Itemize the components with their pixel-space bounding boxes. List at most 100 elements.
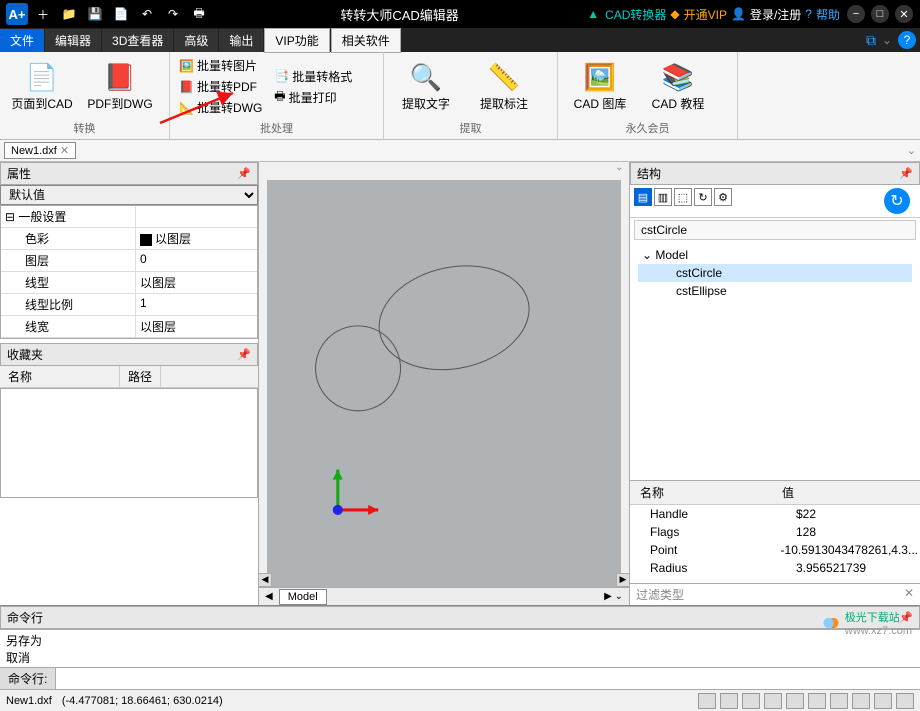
batch-to-format-button[interactable]: 📑批量转格式 bbox=[269, 66, 357, 86]
batch-to-image-button[interactable]: 🖼️批量转图片 bbox=[174, 56, 267, 76]
detail-row: Handle$22 bbox=[630, 505, 920, 523]
undo-icon[interactable]: ↶ bbox=[136, 3, 158, 25]
command-label: 命令行: bbox=[0, 668, 56, 689]
cad-tutorial-button[interactable]: 📚 CAD 教程 bbox=[640, 55, 716, 119]
tab-nav-first-icon[interactable]: ◀ bbox=[265, 591, 273, 602]
batch-print-button[interactable]: 🖶批量打印 bbox=[269, 87, 357, 107]
detail-col-value[interactable]: 值 bbox=[776, 481, 800, 504]
scroll-right-icon[interactable]: ▶ bbox=[616, 573, 630, 587]
drawing-canvas[interactable]: ⌄ ◀ Model ▶ ⌄ ▶ ◀ bbox=[258, 162, 630, 605]
fav-col-name[interactable]: 名称 bbox=[0, 366, 120, 387]
status-icon-1[interactable] bbox=[698, 693, 716, 709]
extract-annotation-button[interactable]: 📏 提取标注 bbox=[466, 55, 542, 119]
struct-refresh-icon[interactable]: ↻ bbox=[694, 188, 712, 206]
status-icon-10[interactable] bbox=[896, 693, 914, 709]
favorites-panel-header: 收藏夹📌 bbox=[0, 343, 258, 366]
document-tab[interactable]: New1.dxf ✕ bbox=[4, 142, 76, 159]
chevron-down-icon[interactable]: ⌄ bbox=[882, 33, 892, 47]
status-icon-5[interactable] bbox=[786, 693, 804, 709]
print-icon[interactable]: 🖶 bbox=[188, 3, 210, 25]
tree-item-ellipse[interactable]: cstEllipse bbox=[638, 282, 912, 300]
struct-view2-icon[interactable]: ▥ bbox=[654, 188, 672, 206]
fav-col-path[interactable]: 路径 bbox=[120, 366, 161, 387]
help-link[interactable]: 帮助 bbox=[816, 6, 840, 23]
tab-output[interactable]: 输出 bbox=[219, 29, 263, 52]
open-icon[interactable]: 📁 bbox=[58, 3, 80, 25]
command-input[interactable] bbox=[56, 668, 920, 689]
help-round-icon[interactable]: ? bbox=[898, 31, 916, 49]
pin-icon-2[interactable]: 📌 bbox=[237, 348, 251, 361]
tab-editor[interactable]: 编辑器 bbox=[45, 29, 101, 52]
scroll-left-icon[interactable]: ◀ bbox=[258, 573, 272, 587]
minimize-button[interactable]: − bbox=[847, 5, 865, 23]
model-space-tab[interactable]: Model bbox=[279, 589, 327, 605]
favorites-list bbox=[0, 388, 258, 498]
filter-type-input[interactable]: 过滤类型✕ bbox=[630, 583, 920, 605]
tab-vip-features[interactable]: VIP功能 bbox=[264, 28, 329, 53]
open-vip-link[interactable]: 开通VIP bbox=[684, 6, 727, 23]
pdf-icon[interactable]: 📄 bbox=[110, 3, 132, 25]
group-batch-label: 批处理 bbox=[174, 119, 379, 137]
pdf-dwg-icon: 📕 bbox=[104, 62, 136, 93]
prop-row-layer[interactable]: 图层0 bbox=[1, 250, 257, 272]
command-history: 另存为 取消 bbox=[0, 629, 920, 667]
status-icon-2[interactable] bbox=[720, 693, 738, 709]
tab-nav-last-icon[interactable]: ▶ ⌄ bbox=[604, 591, 623, 602]
tab-file[interactable]: 文件 bbox=[0, 29, 44, 52]
detail-col-name[interactable]: 名称 bbox=[630, 481, 776, 504]
pin-icon-3[interactable]: 📌 bbox=[899, 167, 913, 180]
batch-to-dwg-button[interactable]: 📐批量转DWG bbox=[174, 98, 267, 118]
status-icon-9[interactable] bbox=[874, 693, 892, 709]
status-filename: New1.dxf bbox=[6, 695, 52, 707]
close-button[interactable]: ✕ bbox=[895, 5, 913, 23]
group-vip-label: 永久会员 bbox=[562, 119, 733, 137]
user-icon: 👤 bbox=[731, 7, 746, 21]
cad-library-button[interactable]: 🖼️ CAD 图库 bbox=[562, 55, 638, 119]
doctab-dropdown-icon[interactable]: ⌄ bbox=[907, 144, 916, 157]
page-to-cad-button[interactable]: 📄 页面到CAD bbox=[4, 55, 80, 119]
converter-icon: ▲ bbox=[587, 7, 599, 21]
tab-3dviewer[interactable]: 3D查看器 bbox=[102, 29, 173, 52]
prop-row-linetype[interactable]: 线型以图层 bbox=[1, 272, 257, 294]
canvas-dropdown-icon[interactable]: ⌄ bbox=[615, 162, 629, 176]
pdf-to-dwg-button[interactable]: 📕 PDF到DWG bbox=[82, 55, 158, 119]
dwg-icon: 📐 bbox=[179, 101, 194, 115]
properties-default-select[interactable]: 默认值 bbox=[0, 185, 258, 205]
prop-group-general[interactable]: ⊟ 一般设置 bbox=[1, 206, 257, 228]
struct-view1-icon[interactable]: ▤ bbox=[634, 188, 652, 206]
login-link[interactable]: 登录/注册 bbox=[750, 6, 801, 23]
prop-row-color[interactable]: 色彩以图层 bbox=[1, 228, 257, 250]
tab-advanced[interactable]: 高级 bbox=[174, 29, 218, 52]
prop-row-lt-scale[interactable]: 线型比例1 bbox=[1, 294, 257, 316]
tab-related-software[interactable]: 相关软件 bbox=[331, 28, 401, 53]
extract-text-button[interactable]: 🔍 提取文字 bbox=[388, 55, 464, 119]
batch-to-pdf-button[interactable]: 📕批量转PDF bbox=[174, 77, 267, 97]
img-icon: 🖼️ bbox=[179, 59, 194, 73]
struct-sync-button[interactable]: ↻ bbox=[884, 188, 910, 214]
new-icon[interactable]: ＋ bbox=[32, 3, 54, 25]
filter-clear-icon[interactable]: ✕ bbox=[904, 586, 914, 603]
maximize-button[interactable]: □ bbox=[871, 5, 889, 23]
app-logo-icon: A+ bbox=[6, 3, 28, 25]
status-icon-6[interactable] bbox=[808, 693, 826, 709]
copy-icon[interactable]: ⧉ bbox=[866, 32, 876, 49]
save-icon[interactable]: 💾 bbox=[84, 3, 106, 25]
pin-icon[interactable]: 📌 bbox=[237, 167, 251, 180]
properties-panel-header: 属性📌 bbox=[0, 162, 258, 185]
doctab-close-icon[interactable]: ✕ bbox=[60, 144, 69, 157]
status-icon-7[interactable] bbox=[830, 693, 848, 709]
struct-gear-icon[interactable]: ⚙ bbox=[714, 188, 732, 206]
extract-annot-icon: 📏 bbox=[488, 62, 520, 93]
structure-tree[interactable]: ⌄ Model cstCircle cstEllipse bbox=[630, 242, 920, 480]
structure-breadcrumb[interactable]: cstCircle bbox=[634, 220, 916, 240]
cad-converter-link[interactable]: CAD转换器 bbox=[605, 6, 666, 23]
tree-root[interactable]: ⌄ Model bbox=[638, 246, 912, 264]
status-icon-3[interactable] bbox=[742, 693, 760, 709]
redo-icon[interactable]: ↷ bbox=[162, 3, 184, 25]
struct-pick-icon[interactable]: ⬚ bbox=[674, 188, 692, 206]
prop-row-lineweight[interactable]: 线宽以图层 bbox=[1, 316, 257, 338]
status-icon-8[interactable] bbox=[852, 693, 870, 709]
tree-item-circle[interactable]: cstCircle bbox=[638, 264, 912, 282]
status-icon-4[interactable] bbox=[764, 693, 782, 709]
page-cad-icon: 📄 bbox=[26, 62, 58, 93]
